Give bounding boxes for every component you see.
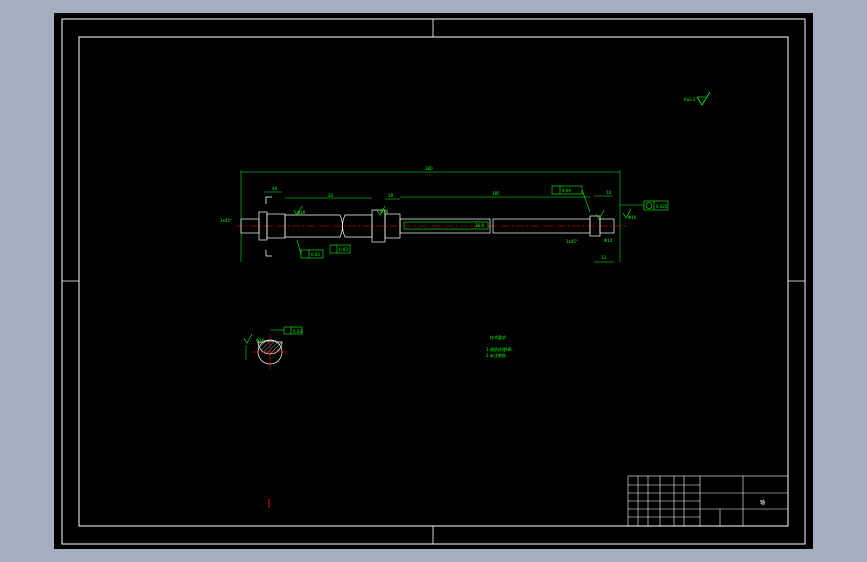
roughness-symbol: Ra3.2 xyxy=(684,91,711,106)
chamfer-right: 1x45° xyxy=(566,239,578,244)
tech-title: 技术要求 xyxy=(490,334,506,340)
tech-line-2: 2.未注倒角. xyxy=(486,352,507,358)
dim-f: 14 xyxy=(606,190,612,195)
tol-right-frame: 0.025 xyxy=(656,204,668,209)
roughness-label: Ra3.2 xyxy=(684,97,696,102)
tol-mid: 0.03 xyxy=(339,247,348,252)
tech-line-1: 1.调质处理HB. xyxy=(486,346,513,352)
dim-main: 185 xyxy=(492,191,500,196)
dim-c: 28 xyxy=(388,193,394,198)
section-dim: Φ16 xyxy=(256,338,265,343)
tol-top: 0.04 xyxy=(562,188,571,193)
dim-overall-label: 380 xyxy=(425,166,433,171)
dim-a: 46 xyxy=(272,186,278,191)
part-name: 轴 xyxy=(760,499,765,506)
dia-right: Φ16 xyxy=(628,215,637,220)
chamfer-left: 1x45° xyxy=(220,218,232,223)
tol-left: 0.03 xyxy=(311,252,320,257)
inner-frame xyxy=(78,36,789,527)
dim-g: 12 xyxy=(601,255,607,260)
section-tol: 0.03 xyxy=(293,329,302,334)
keyway-label: 36.8 xyxy=(475,223,484,228)
cad-drawing: Ra3.2 380 46 20 28 185 14 12 36.8 Φ16 Φ1… xyxy=(61,18,806,545)
dim-b: 20 xyxy=(328,193,334,198)
dia-tail: Φ14 xyxy=(604,238,613,243)
roughness-marks xyxy=(293,205,632,220)
